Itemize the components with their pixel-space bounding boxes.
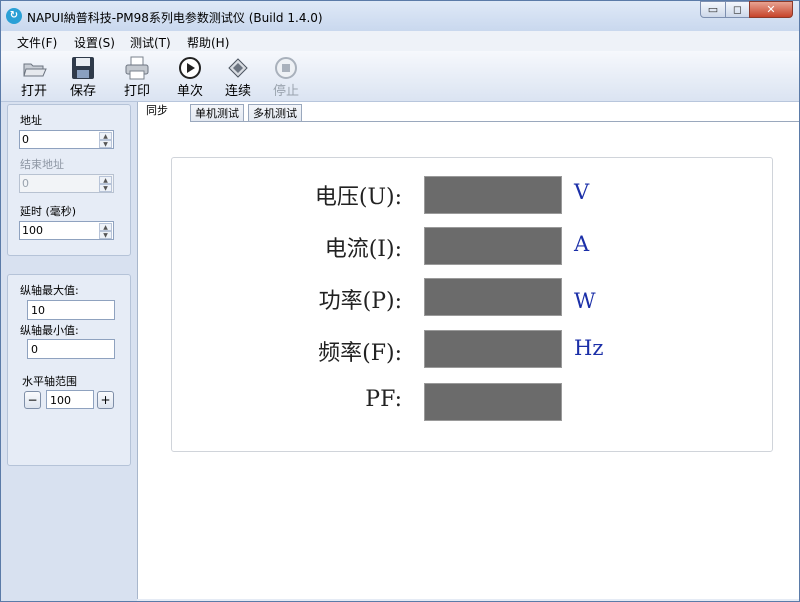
floppy-disk-icon — [72, 57, 94, 79]
power-factor-label: PF: — [365, 387, 402, 412]
y-min-value: 0 — [31, 343, 38, 356]
open-label: 打开 — [20, 84, 47, 99]
current-unit: A — [574, 232, 590, 256]
stop-icon — [275, 57, 297, 79]
title-bar: ↻ NAPUI納普科技-PM98系列电参数测试仪 (Build 1.4.0) ▭… — [1, 1, 799, 31]
end-address-spinbox[interactable]: 0 ▲ ▼ — [19, 174, 114, 193]
play-icon — [179, 57, 201, 79]
increase-range-button[interactable]: + — [97, 391, 114, 409]
y-max-input[interactable]: 10 — [27, 300, 115, 320]
power-label: 功率(P): — [318, 289, 402, 314]
measurement-panel: 电压(U): V 电流(I): A 功率(P): W 频率(F): Hz PF: — [171, 157, 773, 452]
voltage-label: 电压(U): — [314, 185, 402, 210]
folder-open-icon — [23, 63, 47, 77]
menu-bar: 文件(F) 设置(S) 测试(T) 帮助(H) — [1, 31, 799, 51]
power-display — [424, 278, 562, 316]
address-value: 0 — [22, 133, 29, 146]
tab-single-unit-test[interactable]: 单机测试 — [190, 104, 244, 122]
spin-up-icon[interactable]: ▲ — [99, 132, 112, 140]
stop-label: 停止 — [272, 84, 299, 99]
maximize-button[interactable]: ◻ — [725, 1, 750, 18]
power-factor-display — [424, 383, 562, 421]
delay-value: 100 — [22, 224, 43, 237]
delay-label: 延时 (毫秒) — [20, 205, 77, 218]
current-label: 电流(I): — [324, 237, 402, 262]
address-spinbox[interactable]: 0 ▲ ▼ — [19, 130, 114, 149]
decrease-range-button[interactable]: − — [24, 391, 41, 409]
address-settings-group: 地址 0 ▲ ▼ 结束地址 0 ▲ ▼ 延时 (毫秒) 100 ▲ ▼ — [7, 104, 131, 256]
y-min-input[interactable]: 0 — [27, 339, 115, 359]
print-label: 打印 — [123, 84, 150, 99]
frequency-unit: Hz — [574, 336, 604, 360]
window-title: NAPUI納普科技-PM98系列电参数测试仪 (Build 1.4.0) — [27, 11, 323, 25]
menu-help[interactable]: 帮助(H) — [187, 34, 229, 51]
current-display — [424, 227, 562, 265]
frequency-display — [424, 330, 562, 368]
frequency-label: 频率(F): — [318, 341, 402, 366]
menu-settings[interactable]: 设置(S) — [74, 34, 115, 51]
single-test-label: 单次 — [176, 84, 203, 99]
spin-down-icon[interactable]: ▼ — [99, 140, 112, 148]
stop-button[interactable]: 停止 — [264, 53, 308, 99]
open-button[interactable]: 打开 — [12, 53, 56, 99]
tab-divider — [190, 121, 799, 122]
close-button[interactable]: ✕ — [749, 1, 793, 18]
toolbar: 打开 保存 打印 单次 连续 停止 — [1, 51, 799, 102]
tab-multi-unit-test[interactable]: 多机测试 — [248, 104, 302, 122]
menu-file[interactable]: 文件(F) — [17, 34, 57, 51]
y-max-value: 10 — [31, 304, 45, 317]
spin-up-icon[interactable]: ▲ — [99, 176, 112, 184]
menu-test[interactable]: 测试(T) — [130, 34, 171, 51]
axis-settings-group: 纵轴最大值: 10 纵轴最小值: 0 水平轴范围 − 100 + — [7, 274, 131, 466]
continuous-test-label: 连续 — [224, 84, 251, 99]
single-test-button[interactable]: 单次 — [168, 53, 212, 99]
app-window: ↻ NAPUI納普科技-PM98系列电参数测试仪 (Build 1.4.0) ▭… — [0, 0, 800, 602]
continuous-test-button[interactable]: 连续 — [216, 53, 260, 99]
end-address-value: 0 — [22, 177, 29, 190]
app-logo-icon: ↻ — [6, 8, 22, 24]
voltage-display — [424, 176, 562, 214]
spin-down-icon[interactable]: ▼ — [99, 184, 112, 192]
printer-icon — [125, 56, 149, 80]
x-range-input[interactable]: 100 — [46, 390, 94, 409]
x-range-label: 水平轴范围 — [22, 375, 77, 388]
address-label: 地址 — [20, 114, 42, 127]
print-button[interactable]: 打印 — [115, 53, 159, 99]
save-button[interactable]: 保存 — [61, 53, 105, 99]
repeat-diamond-icon — [228, 58, 248, 78]
tab-sync[interactable]: 同步 — [142, 102, 172, 122]
y-max-label: 纵轴最大值: — [20, 284, 79, 297]
y-min-label: 纵轴最小值: — [20, 324, 79, 337]
end-address-label: 结束地址 — [20, 158, 64, 171]
minimize-button[interactable]: ▭ — [700, 1, 726, 18]
spin-up-icon[interactable]: ▲ — [99, 223, 112, 231]
main-content: 同步 单机测试 多机测试 电压(U): V 电流(I): A 功率(P): W … — [137, 102, 799, 599]
power-unit: W — [574, 289, 596, 313]
spin-down-icon[interactable]: ▼ — [99, 231, 112, 239]
save-label: 保存 — [69, 84, 96, 99]
delay-spinbox[interactable]: 100 ▲ ▼ — [19, 221, 114, 240]
voltage-unit: V — [574, 180, 590, 204]
x-range-value: 100 — [50, 394, 71, 407]
left-panel: 地址 0 ▲ ▼ 结束地址 0 ▲ ▼ 延时 (毫秒) 100 ▲ ▼ 纵轴最大… — [1, 102, 137, 601]
